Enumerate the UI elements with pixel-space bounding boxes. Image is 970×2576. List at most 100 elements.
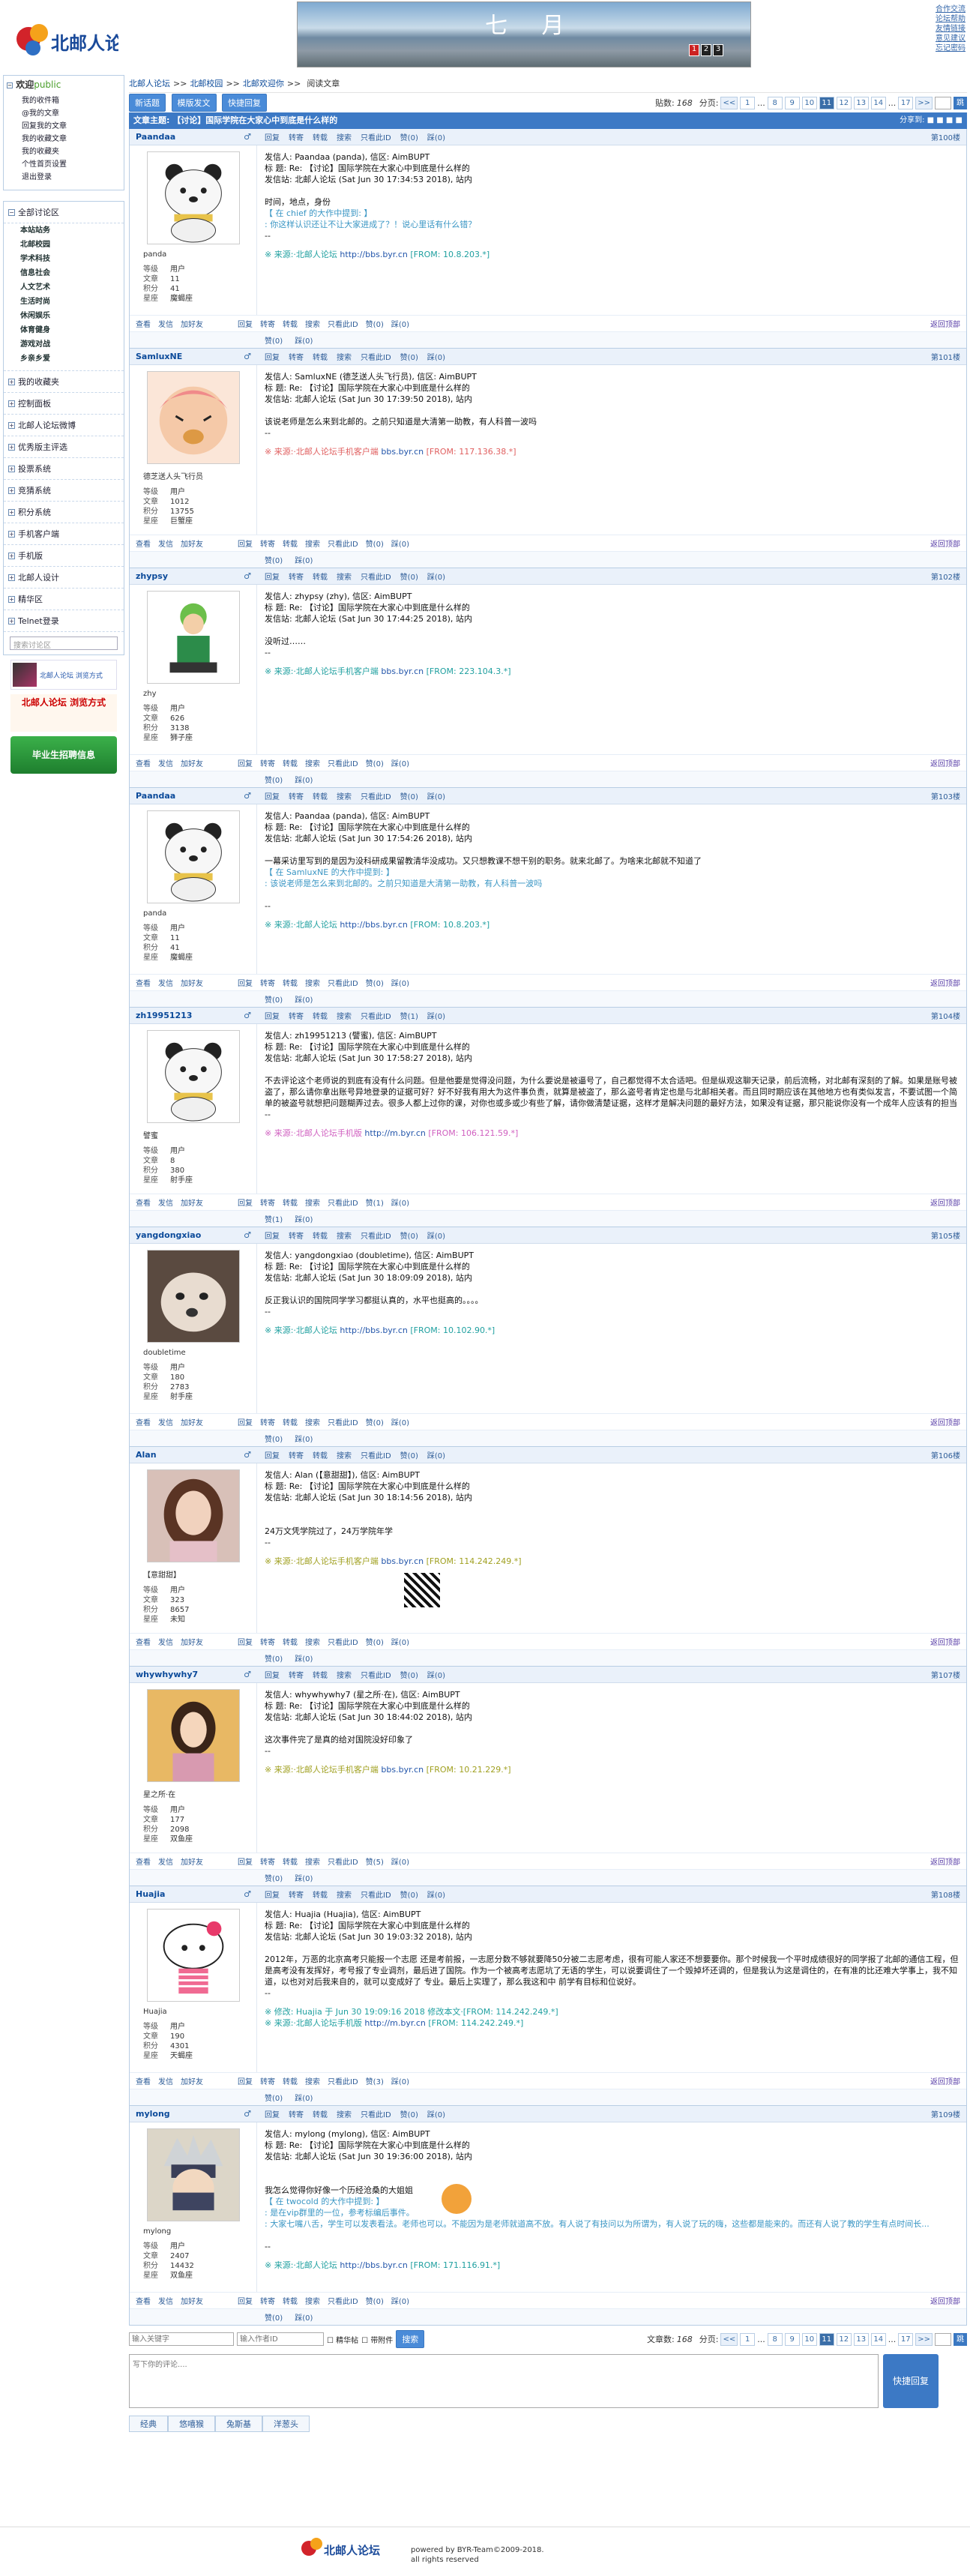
- avatar[interactable]: [146, 591, 240, 684]
- source-link[interactable]: http://bbs.byr.cn: [340, 920, 407, 930]
- only-author-action[interactable]: 只看此ID: [361, 571, 391, 582]
- view-profile-link[interactable]: 查看: [136, 1856, 151, 1867]
- like-action[interactable]: 赞(1): [366, 1197, 384, 1208]
- author-id[interactable]: Paandaa: [136, 791, 175, 801]
- search-action[interactable]: 搜索: [305, 757, 320, 768]
- floor-number[interactable]: 第107楼: [931, 1669, 966, 1680]
- page-link[interactable]: 1: [740, 2332, 756, 2346]
- add-friend-link[interactable]: 加好友: [181, 318, 203, 329]
- dislike-action[interactable]: 踩(0): [391, 2075, 409, 2086]
- dislike-action[interactable]: 踩(0): [391, 2295, 409, 2306]
- forward-action[interactable]: 转寄: [289, 1889, 304, 1900]
- reply-textarea[interactable]: [129, 2354, 879, 2408]
- board-link[interactable]: 乡亲乡爱: [4, 352, 124, 366]
- view-profile-link[interactable]: 查看: [136, 538, 151, 549]
- share-icon[interactable]: ■ ■ ■ ■: [927, 116, 963, 124]
- banner-page[interactable]: 2: [701, 44, 711, 56]
- author-id[interactable]: mylong: [136, 2109, 170, 2119]
- forward-action[interactable]: 转寄: [289, 571, 304, 582]
- back-to-top-link[interactable]: 返回顶部: [930, 977, 966, 988]
- page-link[interactable]: 17: [898, 2332, 914, 2346]
- back-to-top-link[interactable]: 返回顶部: [930, 1856, 966, 1867]
- like-action[interactable]: 赞(0): [400, 790, 418, 801]
- forward-action[interactable]: 转寄: [260, 1416, 275, 1427]
- floor-number[interactable]: 第103楼: [931, 790, 966, 801]
- only-author-action[interactable]: 只看此ID: [328, 757, 358, 768]
- dislike-action[interactable]: 踩(0): [427, 1669, 445, 1680]
- source-link[interactable]: http://bbs.byr.cn: [340, 2260, 407, 2270]
- page-link[interactable]: 12: [836, 2332, 852, 2346]
- add-friend-link[interactable]: 加好友: [181, 538, 203, 549]
- cross-action[interactable]: 转载: [313, 1669, 328, 1680]
- add-friend-link[interactable]: 加好友: [181, 1636, 203, 1647]
- reply-action[interactable]: 回复: [238, 1197, 253, 1208]
- user-link[interactable]: 我的收件箱: [4, 93, 124, 106]
- crumb-link[interactable]: 北邮欢迎你: [243, 79, 284, 88]
- sidebar-section[interactable]: + 投票系统: [4, 458, 124, 480]
- author-id[interactable]: Paandaa: [136, 132, 175, 142]
- like-action[interactable]: 赞(0): [265, 774, 283, 785]
- source-link[interactable]: bbs.byr.cn: [381, 447, 424, 457]
- emote-tab[interactable]: 兔斯基: [215, 2416, 262, 2432]
- sidebar-section[interactable]: + 北邮人论坛微博: [4, 415, 124, 436]
- search-button[interactable]: 搜索: [396, 2330, 425, 2348]
- board-link[interactable]: 休闲娱乐: [4, 309, 124, 323]
- top-link[interactable]: 忘记密码: [936, 43, 966, 53]
- only-author-action[interactable]: 只看此ID: [361, 351, 391, 362]
- collapse-icon[interactable]: −: [7, 82, 13, 88]
- send-mail-link[interactable]: 发信: [158, 1636, 173, 1647]
- only-author-action[interactable]: 只看此ID: [361, 1010, 391, 1021]
- board-link[interactable]: 信息社会: [4, 266, 124, 280]
- author-id[interactable]: Huajia: [136, 1889, 165, 1899]
- image-attachment[interactable]: [404, 1573, 440, 1607]
- back-to-top-link[interactable]: 返回顶部: [930, 2295, 966, 2306]
- forward-action[interactable]: 转寄: [260, 977, 275, 988]
- top-link[interactable]: 合作交流: [936, 4, 966, 14]
- send-mail-link[interactable]: 发信: [158, 2075, 173, 2086]
- like-action[interactable]: 赞(0): [265, 1652, 283, 1664]
- view-profile-link[interactable]: 查看: [136, 2075, 151, 2086]
- cross-action[interactable]: 转载: [283, 1197, 298, 1208]
- dislike-action[interactable]: 踩(0): [427, 351, 445, 362]
- avatar[interactable]: [146, 1030, 240, 1123]
- send-mail-link[interactable]: 发信: [158, 1416, 173, 1427]
- template-post-button[interactable]: 模版发文: [171, 94, 217, 112]
- cross-action[interactable]: 转载: [283, 977, 298, 988]
- page-link[interactable]: 12: [836, 96, 852, 109]
- dislike-action[interactable]: 踩(0): [295, 334, 313, 346]
- dislike-action[interactable]: 踩(0): [295, 2311, 313, 2323]
- like-action[interactable]: 赞(0): [366, 757, 384, 768]
- dislike-action[interactable]: 踩(0): [295, 774, 313, 785]
- sidebar-section[interactable]: + 精华区: [4, 589, 124, 610]
- add-friend-link[interactable]: 加好友: [181, 1197, 203, 1208]
- like-action[interactable]: 赞(0): [265, 2311, 283, 2323]
- back-to-top-link[interactable]: 返回顶部: [930, 318, 966, 329]
- crumb-link[interactable]: 北邮校园: [190, 79, 223, 88]
- avatar[interactable]: [146, 1909, 240, 2002]
- author-search-input[interactable]: [237, 2332, 324, 2346]
- browse-mode-ad[interactable]: 北邮人论坛 浏览方式: [10, 660, 117, 690]
- reply-action[interactable]: 回复: [238, 2075, 253, 2086]
- back-to-top-link[interactable]: 返回顶部: [930, 1636, 966, 1647]
- only-author-action[interactable]: 只看此ID: [328, 1197, 358, 1208]
- like-action[interactable]: 赞(5): [366, 1856, 384, 1867]
- search-action[interactable]: 搜索: [337, 1669, 352, 1680]
- send-mail-link[interactable]: 发信: [158, 538, 173, 549]
- cross-action[interactable]: 转载: [313, 131, 328, 142]
- forward-action[interactable]: 转寄: [289, 1449, 304, 1460]
- sidebar-section[interactable]: + 北邮人设计: [4, 567, 124, 589]
- sidebar-section[interactable]: + Telnet登录: [4, 610, 124, 632]
- avatar[interactable]: [146, 1250, 240, 1343]
- view-profile-link[interactable]: 查看: [136, 977, 151, 988]
- add-friend-link[interactable]: 加好友: [181, 757, 203, 768]
- page-link[interactable]: 8: [767, 96, 783, 109]
- search-action[interactable]: 搜索: [305, 1416, 320, 1427]
- essence-checkbox[interactable]: ☐ 精华帖: [327, 2334, 358, 2345]
- forum-logo[interactable]: 北邮人论坛: [13, 15, 141, 67]
- author-id[interactable]: zhypsy: [136, 571, 168, 581]
- search-action[interactable]: 搜索: [337, 790, 352, 801]
- page-link[interactable]: 10: [801, 96, 817, 109]
- like-action[interactable]: 赞(3): [366, 2075, 384, 2086]
- cross-action[interactable]: 转载: [313, 1230, 328, 1241]
- floor-number[interactable]: 第109楼: [931, 2108, 966, 2119]
